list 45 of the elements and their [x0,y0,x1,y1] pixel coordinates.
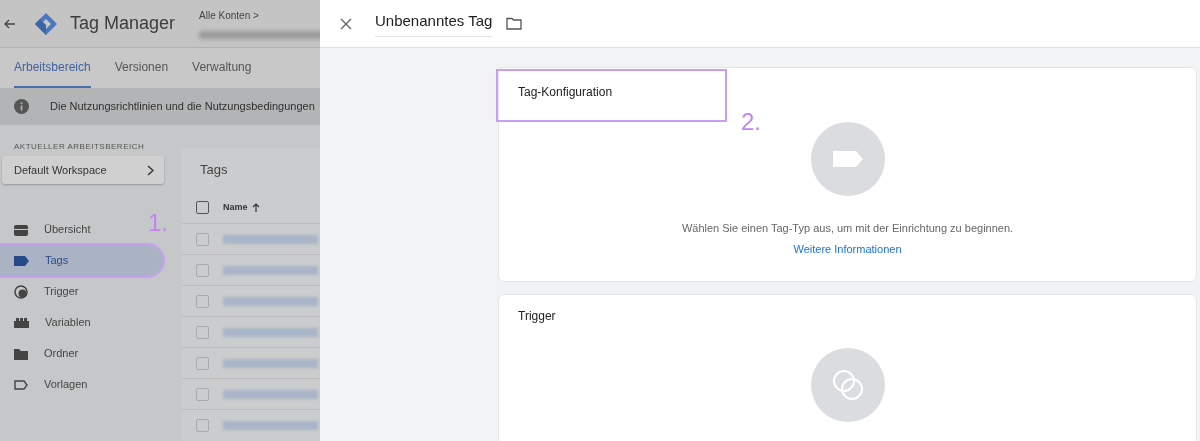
nav-item[interactable]: Übersicht [0,214,95,245]
nav-item[interactable]: Vorlagen [0,369,92,400]
row-checkbox[interactable] [196,356,209,370]
column-header[interactable]: Name [223,200,260,215]
breadcrumb-link[interactable]: Alle Konten > [199,8,320,23]
folder-icon [506,17,523,30]
tab[interactable]: Versionen [114,48,169,88]
select-all-checkbox[interactable] [196,201,209,214]
card-title: Trigger [517,308,557,325]
tag-name-field[interactable]: Unbenanntes Tag [375,9,493,38]
hint-text: Wählen Sie einen Tag-Typ aus, um mit der Einrichtung zu beginnen. [681,221,1014,236]
diamond-logo-icon [34,11,58,36]
trigger-icon [14,284,28,299]
section-label: AKTUELLER ARBEITSBEREICH [13,141,146,153]
more-info-link[interactable]: Weitere Informationen [793,240,902,257]
trigger-placeholder-icon [810,348,885,422]
tag-placeholder-icon [810,122,885,196]
workspace-button[interactable]: Default Workspace [2,156,164,184]
drawer-icon [14,223,28,236]
annotation-number: 1. [148,211,168,235]
annotation-number: 2. [741,110,761,134]
nav-item[interactable]: Trigger [0,276,83,307]
chevron-icon [147,164,154,176]
row-checkbox[interactable] [196,387,209,401]
tab[interactable]: Verwaltung [192,48,252,88]
tag-icon [14,255,29,266]
blocks-icon [14,317,29,328]
back-icon [4,18,16,29]
folder-icon [14,347,28,360]
tag-outline-icon [14,379,28,390]
nav-item[interactable]: Variablen [0,307,95,338]
row-checkbox[interactable] [196,232,209,246]
sort-up-icon [251,203,260,212]
app-title: Tag Manager [70,12,176,35]
row-checkbox[interactable] [196,325,209,339]
row-checkbox[interactable] [196,263,209,277]
nav-item[interactable]: Tags [0,245,163,276]
table-title: Tags [199,161,229,179]
close-icon [340,17,352,30]
row-checkbox[interactable] [196,418,209,432]
nav-item[interactable]: Ordner [0,338,83,369]
info-icon [14,99,29,114]
card-title: Tag-Konfiguration [496,69,727,122]
row-checkbox[interactable] [196,294,209,308]
notice-text: Die Nutzungsrichtlinien und die Nutzungsbedingungen [50,99,315,115]
